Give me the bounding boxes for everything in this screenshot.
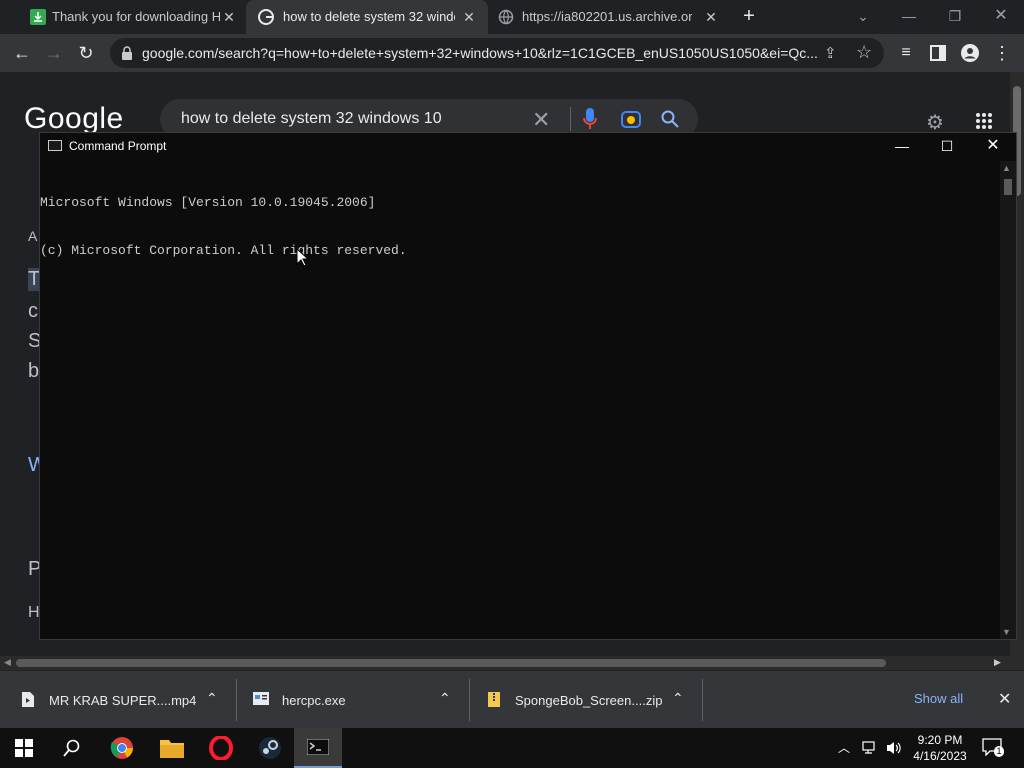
cmd-vertical-scrollbar[interactable]: ▲ ▼: [1000, 161, 1016, 639]
download-filename: hercpc.exe: [282, 693, 346, 708]
result-fragment: A: [28, 228, 38, 244]
close-tab-icon[interactable]: ✕: [702, 8, 720, 26]
chevron-up-icon[interactable]: ⌃: [206, 690, 218, 707]
console-line: Microsoft Windows [Version 10.0.19045.20…: [40, 195, 376, 210]
download-bar: MR KRAB SUPER....mp4 ⌃ hercpc.exe ⌃ Spon…: [0, 670, 1024, 728]
taskbar-command-prompt[interactable]: [294, 728, 342, 768]
steam-icon: [259, 737, 281, 759]
download-item[interactable]: MR KRAB SUPER....mp4 ⌃: [0, 679, 237, 721]
forward-arrow-icon[interactable]: →: [42, 41, 66, 65]
taskbar-steam[interactable]: [246, 728, 294, 768]
lock-icon: [122, 46, 132, 60]
bookmark-star-icon[interactable]: ☆: [856, 42, 872, 63]
download-filename: SpongeBob_Screen....zip: [515, 693, 663, 708]
close-tab-icon[interactable]: ✕: [460, 8, 478, 26]
mic-icon[interactable]: [583, 108, 597, 130]
chevron-up-icon[interactable]: ⌃: [672, 690, 684, 707]
cmd-titlebar[interactable]: Command Prompt — ☐ ✕: [40, 133, 1016, 159]
search-icon: [63, 739, 80, 757]
url-text[interactable]: google.com/search?q=how+to+delete+system…: [142, 45, 822, 61]
minimize-icon[interactable]: —: [894, 4, 924, 28]
globe-icon: [498, 9, 514, 25]
tab-title: Thank you for downloading Hercules: [52, 9, 220, 24]
cmd-icon: [307, 739, 329, 755]
notification-badge: 1: [994, 746, 1004, 757]
chevron-up-icon[interactable]: ⌃: [439, 690, 451, 707]
minimize-icon[interactable]: —: [887, 136, 917, 156]
taskbar-opera[interactable]: [197, 728, 245, 768]
google-g-icon: [258, 9, 274, 25]
taskbar-chrome[interactable]: [98, 728, 146, 768]
maximize-icon[interactable]: ☐: [932, 136, 962, 156]
start-button[interactable]: [0, 728, 48, 768]
search-icon[interactable]: [661, 110, 679, 128]
scroll-down-icon[interactable]: ▼: [1002, 627, 1011, 637]
console-line: (c) Microsoft Corporation. All rights re…: [40, 243, 407, 258]
restore-icon[interactable]: ❐: [940, 4, 970, 28]
search-query[interactable]: how to delete system 32 windows 10: [181, 110, 442, 128]
tab-title: https://ia802201.us.archive.org/: [522, 9, 692, 24]
download-filename: MR KRAB SUPER....mp4: [49, 693, 197, 708]
result-fragment: H: [28, 604, 40, 621]
tab-strip: Thank you for downloading Hercules ✕ how…: [0, 0, 1024, 34]
scroll-right-icon[interactable]: ▶: [994, 657, 1001, 668]
network-icon[interactable]: [862, 741, 878, 755]
download-item[interactable]: hercpc.exe ⌃: [237, 679, 470, 721]
menu-kebab-icon[interactable]: ⋮: [990, 41, 1014, 65]
share-icon[interactable]: ⇪: [824, 44, 837, 62]
reload-icon[interactable]: ↻: [74, 41, 98, 65]
apps-grid-icon[interactable]: [975, 112, 993, 130]
windows-taskbar: ︿ 9:20 PM 4/16/2023 1: [0, 728, 1024, 768]
clock-time: 9:20 PM: [917, 733, 963, 747]
result-fragment: c: [28, 300, 38, 322]
exe-file-icon: [253, 692, 269, 705]
console-output[interactable]: Microsoft Windows [Version 10.0.19045.20…: [40, 163, 1000, 291]
tab-google-search[interactable]: how to delete system 32 windows 10 ✕: [246, 0, 488, 34]
notification-center-button[interactable]: 1: [982, 738, 1004, 758]
download-item[interactable]: SpongeBob_Screen....zip ⌃: [470, 679, 703, 721]
scroll-left-icon[interactable]: ◀: [4, 657, 11, 668]
zip-file-icon: [488, 692, 500, 707]
cmd-icon: [48, 140, 62, 151]
video-file-icon: [22, 692, 34, 707]
profile-icon[interactable]: [958, 41, 982, 65]
scroll-thumb[interactable]: [16, 659, 886, 667]
close-icon[interactable]: ✕: [978, 136, 1008, 156]
scroll-up-icon[interactable]: ▲: [1002, 163, 1011, 173]
close-window-icon[interactable]: ✕: [986, 4, 1016, 28]
mouse-pointer-icon: [296, 248, 310, 267]
clock-date: 4/16/2023: [913, 749, 967, 763]
side-panel-icon[interactable]: [926, 41, 950, 65]
google-logo[interactable]: Google: [24, 102, 124, 136]
page-horizontal-scrollbar[interactable]: ◀ ▶: [0, 656, 1024, 670]
command-prompt-window[interactable]: Command Prompt — ☐ ✕ Microsoft Windows […: [39, 132, 1017, 640]
cmd-title: Command Prompt: [69, 139, 167, 153]
chevron-up-icon[interactable]: ︿: [838, 739, 850, 756]
tab-download-hercules[interactable]: Thank you for downloading Hercules ✕: [8, 0, 246, 34]
result-fragment: b: [28, 360, 40, 382]
reading-list-icon[interactable]: ≡: [894, 41, 918, 65]
download-icon: [30, 9, 46, 25]
tab-title: how to delete system 32 windows 10: [283, 9, 455, 24]
address-bar[interactable]: google.com/search?q=how+to+delete+system…: [110, 38, 884, 68]
divider: [570, 107, 571, 131]
scroll-thumb[interactable]: [1004, 179, 1012, 195]
system-clock[interactable]: 9:20 PM 4/16/2023: [900, 732, 980, 764]
chrome-icon: [110, 737, 133, 759]
show-all-downloads-button[interactable]: Show all: [914, 691, 963, 706]
browser-toolbar: ← → ↻ google.com/search?q=how+to+delete+…: [0, 34, 1024, 72]
clear-icon[interactable]: ✕: [532, 107, 550, 133]
close-tab-icon[interactable]: ✕: [220, 8, 238, 26]
new-tab-button[interactable]: +: [734, 4, 764, 28]
camera-lens-icon[interactable]: [621, 109, 641, 129]
close-download-bar-icon[interactable]: ✕: [998, 689, 1011, 709]
back-arrow-icon[interactable]: ←: [10, 41, 34, 65]
taskbar-file-explorer[interactable]: [148, 728, 196, 768]
folder-icon: [160, 740, 184, 758]
tab-archive[interactable]: https://ia802201.us.archive.org/ ✕: [488, 0, 726, 34]
opera-icon: [209, 736, 233, 760]
taskbar-search-button[interactable]: [48, 728, 96, 768]
windows-logo-icon: [15, 739, 33, 757]
tab-search-chevron-icon[interactable]: ⌄: [848, 4, 878, 28]
